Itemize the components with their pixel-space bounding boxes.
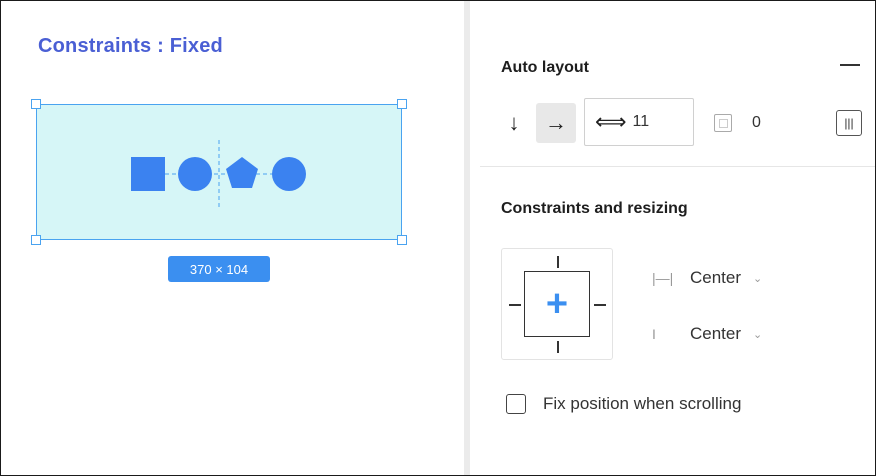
- vertical-constraint-dropdown[interactable]: I Center ⌄: [652, 322, 762, 346]
- horizontal-constraint-dropdown[interactable]: |—| Center ⌄: [652, 266, 762, 290]
- vertical-constraint-value: Center: [690, 324, 742, 343]
- horizontal-constraint-value: Center: [690, 268, 742, 287]
- design-canvas[interactable]: Constraints : Fixed 370 × 104: [0, 0, 464, 476]
- constraint-left-tick[interactable]: [509, 304, 521, 306]
- padding-input[interactable]: 0: [752, 114, 761, 132]
- spacing-input[interactable]: ⟺ 11: [584, 98, 694, 146]
- alignment-icon[interactable]: |||: [836, 110, 862, 136]
- fix-position-checkbox[interactable]: [506, 394, 526, 414]
- vertical-constraint-icon: I: [652, 326, 656, 342]
- constraint-right-tick[interactable]: [594, 304, 606, 306]
- frame-contents: [131, 140, 306, 210]
- constraint-inner-box: +: [524, 271, 590, 337]
- constraint-widget[interactable]: +: [501, 248, 613, 360]
- minus-icon[interactable]: [840, 64, 860, 66]
- horizontal-spacing-icon: ⟺: [595, 109, 627, 134]
- spacing-value: 11: [632, 113, 650, 130]
- constraint-top-tick[interactable]: [557, 256, 559, 268]
- fix-position-label: Fix position when scrolling: [543, 394, 742, 413]
- circle-shape: [272, 157, 306, 191]
- section-separator: [480, 166, 876, 167]
- properties-panel: Auto layout ↓ → ⟺ 11 0 ||| Constraints a…: [470, 0, 876, 476]
- frame-size-label: 370 × 104: [168, 256, 270, 282]
- padding-icon: [714, 114, 732, 132]
- auto-layout-title: Auto layout: [501, 59, 589, 76]
- square-shape: [131, 157, 165, 191]
- constraints-title: Constraints and resizing: [501, 200, 688, 217]
- constraint-bottom-tick[interactable]: [557, 341, 559, 353]
- circle-shape: [178, 157, 212, 191]
- chevron-down-icon: ⌄: [753, 272, 763, 285]
- horizontal-constraint-icon: |—|: [652, 270, 674, 286]
- pentagon-shape: [226, 157, 258, 188]
- arrow-right-icon[interactable]: →: [536, 103, 576, 143]
- arrow-down-icon[interactable]: ↓: [494, 103, 534, 143]
- chevron-down-icon: ⌄: [753, 328, 763, 341]
- center-constraint-icon[interactable]: +: [525, 272, 589, 336]
